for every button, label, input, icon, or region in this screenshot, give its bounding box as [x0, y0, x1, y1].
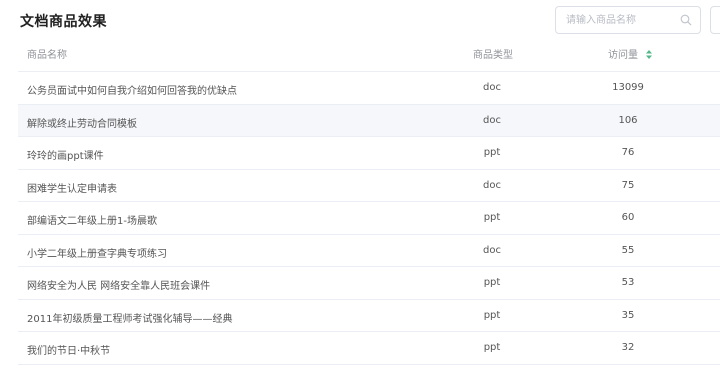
table-row[interactable]: 2011年初级质量工程师考试强化辅导——经典 ppt 35: [18, 300, 720, 332]
sort-icon[interactable]: [646, 49, 653, 59]
table-row[interactable]: 网络安全为人民 网络安全靠人民班会课件 ppt 53: [18, 267, 720, 300]
cell-product-name: 解除或终止劳动合同模板: [27, 118, 137, 130]
cell-product-type: ppt: [483, 277, 501, 288]
cell-visits: 60: [621, 212, 635, 223]
cell-visits: 32: [621, 342, 635, 353]
search-icon[interactable]: [680, 14, 692, 26]
column-header-name: 商品名称: [27, 50, 67, 61]
cell-visits: 13099: [612, 82, 644, 93]
cell-visits: 76: [621, 147, 635, 158]
cell-product-type: doc: [483, 244, 501, 256]
cell-product-name: 公务员面试中如何自我介绍如何回答我的优缺点: [27, 86, 237, 97]
cell-visits: 55: [621, 244, 635, 256]
cell-product-type: ppt: [483, 342, 501, 353]
cell-product-name: 网络安全为人民 网络安全靠人民班会课件: [27, 281, 211, 292]
table-header: 商品名称 商品类型 访问量: [18, 37, 720, 72]
table-row[interactable]: 部编语文二年级上册1-场晨歌 ppt 60: [18, 202, 720, 235]
search-box[interactable]: [555, 6, 701, 34]
cell-product-type: doc: [483, 179, 501, 191]
table-row[interactable]: 困难学生认定申请表 doc 75: [18, 170, 720, 202]
cell-visits: 35: [621, 309, 635, 321]
cell-visits: 106: [618, 114, 638, 126]
product-table: 商品名称 商品类型 访问量 公务员面试中如何自我介绍如何回答我的优缺点 doc …: [18, 37, 720, 365]
cell-product-name: 小学二年级上册查字典专项练习: [27, 248, 167, 260]
cell-product-type: doc: [483, 82, 501, 93]
cell-product-type: ppt: [483, 147, 501, 158]
column-header-type: 商品类型: [473, 50, 513, 61]
cell-product-name: 部编语文二年级上册1-场晨歌: [27, 216, 157, 227]
cell-product-type: ppt: [483, 309, 501, 321]
document-product-stats-page: 文档商品效果 商品名称 商品类型 访问量 公务员面试中如何自我介绍如何回答我的优…: [0, 0, 720, 379]
cell-product-name: 玲玲的画ppt课件: [27, 151, 104, 162]
page-title: 文档商品效果: [20, 14, 107, 30]
column-header-visits[interactable]: 访问量: [608, 46, 653, 61]
table-row[interactable]: 解除或终止劳动合同模板 doc 106: [18, 104, 720, 137]
cell-product-name: 2011年初级质量工程师考试强化辅导——经典: [27, 313, 233, 325]
table-row[interactable]: 公务员面试中如何自我介绍如何回答我的优缺点 doc 13099: [18, 72, 720, 105]
table-row[interactable]: 小学二年级上册查字典专项练习 doc 55: [18, 235, 720, 267]
column-header-visits-label: 访问量: [608, 50, 638, 61]
cell-visits: 53: [621, 277, 635, 288]
cell-product-type: doc: [483, 114, 501, 126]
cell-product-name: 我们的节日·中秋节: [27, 346, 111, 357]
cell-product-name: 困难学生认定申请表: [27, 183, 117, 195]
search-input[interactable]: [556, 7, 676, 33]
toolbar-button[interactable]: [710, 6, 720, 34]
cell-visits: 75: [621, 179, 635, 191]
table-row[interactable]: 玲玲的画ppt课件 ppt 76: [18, 137, 720, 170]
cell-product-type: ppt: [483, 212, 501, 223]
table-row[interactable]: 我们的节日·中秋节 ppt 32: [18, 332, 720, 365]
